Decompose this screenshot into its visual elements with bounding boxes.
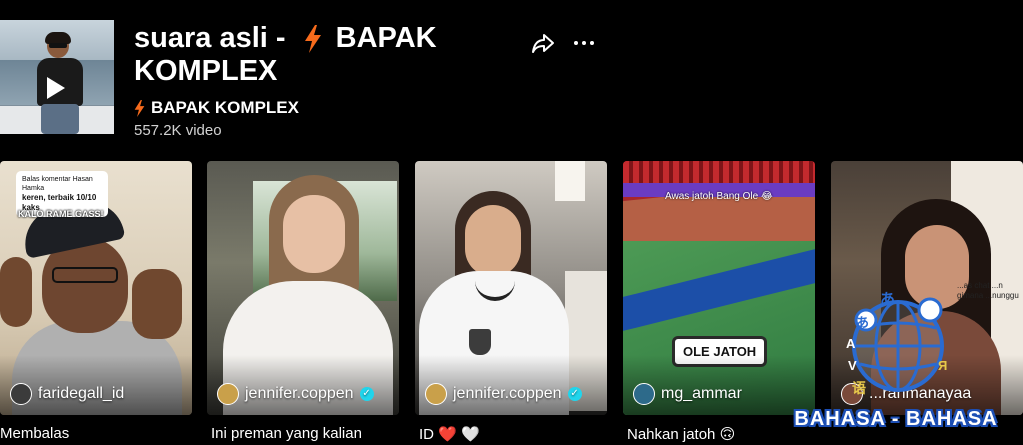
video-overlay-text: KALO RAME GASS! xyxy=(18,209,104,219)
globe-logo-icon: あ あ A V Я 语 xyxy=(846,291,948,396)
video-author[interactable]: jennifer.coppen ✓ xyxy=(425,383,582,405)
avatar xyxy=(217,383,239,405)
bahasa-watermark: あ あ A V Я 语 BAHASA - BAHASA xyxy=(786,291,1006,437)
share-button[interactable] xyxy=(531,31,555,55)
play-icon[interactable] xyxy=(47,77,65,99)
video-card[interactable]: Balas komentar Hasan Hamka keren, terbai… xyxy=(0,161,192,415)
more-icon xyxy=(574,41,578,45)
playlist-author[interactable]: BAPAK KOMPLEX xyxy=(134,98,299,118)
video-card[interactable]: jennifer.coppen ✓ xyxy=(207,161,399,415)
avatar xyxy=(425,383,447,405)
lightning-bolt-icon xyxy=(304,25,321,54)
avatar xyxy=(633,383,655,405)
verified-badge-icon: ✓ xyxy=(567,387,582,401)
video-overlay-text: Awas jatoh Bang Ole 😂 xyxy=(665,191,773,202)
video-card[interactable]: jennifer.coppen ✓ xyxy=(415,161,607,415)
playlist-cover-thumbnail[interactable] xyxy=(0,20,114,134)
playlist-title: suara asli - BAPAK KOMPLEX xyxy=(134,22,437,87)
avatar xyxy=(10,383,32,405)
video-caption[interactable]: ID ❤️ 🤍 xyxy=(419,425,480,443)
lightning-bolt-icon xyxy=(134,99,145,117)
video-author[interactable]: jennifer.coppen ✓ xyxy=(217,383,374,405)
video-author[interactable]: faridegall_id xyxy=(10,383,124,405)
video-count: 557.2K video xyxy=(134,122,222,139)
playlist-header: suara asli - BAPAK KOMPLEX BAPAK KOMPLEX… xyxy=(0,0,1023,150)
verified-badge-icon: ✓ xyxy=(359,387,374,401)
video-caption[interactable]: Ini preman yang kalian xyxy=(211,425,362,442)
more-options-button[interactable] xyxy=(570,31,598,55)
author-name: BAPAK KOMPLEX xyxy=(151,98,299,117)
watermark-text: BAHASA - BAHASA xyxy=(794,408,998,430)
video-author[interactable]: mg_ammar xyxy=(633,383,742,405)
share-icon xyxy=(532,34,554,53)
video-caption[interactable]: Membalas xyxy=(0,425,69,442)
video-caption[interactable]: Nahkan jatoh 🙃 xyxy=(627,425,735,443)
